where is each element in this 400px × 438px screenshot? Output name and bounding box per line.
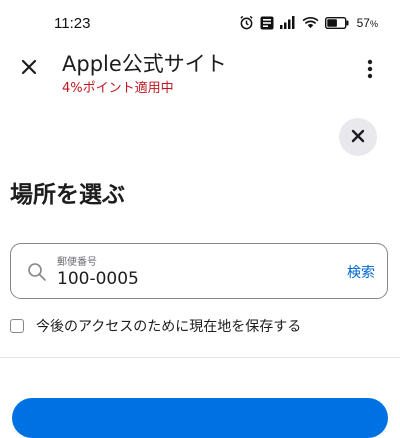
battery-icon [324, 16, 349, 29]
search-icon [27, 262, 47, 282]
postal-code-label: 郵便番号 [57, 257, 97, 268]
wifi-icon [302, 16, 319, 29]
close-icon[interactable] [18, 56, 40, 78]
battery-percent-unit: % [369, 18, 378, 29]
status-time: 11:23 [54, 15, 91, 32]
postal-code-field[interactable]: 郵便番号 検索 [10, 243, 388, 299]
status-icons: 57% [239, 15, 378, 30]
postal-code-input[interactable] [57, 269, 297, 289]
app-bar: Apple公式サイト 4%ポイント適用中 [0, 46, 400, 100]
search-button[interactable]: 検索 [347, 262, 375, 282]
points-subtitle: 4%ポイント適用中 [62, 81, 174, 96]
close-icon [351, 128, 365, 147]
alarm-icon [239, 15, 254, 30]
save-location-label: 今後のアクセスのために現在地を保存する [36, 319, 302, 335]
status-bar: 11:23 57% [0, 0, 400, 46]
battery-percent: 57% [357, 16, 378, 30]
divider [0, 357, 400, 358]
app-title: Apple公式サイト [62, 52, 227, 76]
volte-icon [260, 16, 274, 30]
save-location-checkbox[interactable] [10, 319, 24, 333]
signal-icon [279, 16, 296, 29]
save-location-option[interactable]: 今後のアクセスのために現在地を保存する [10, 316, 301, 336]
primary-button[interactable] [12, 398, 388, 438]
more-vertical-icon[interactable] [360, 58, 380, 80]
dismiss-button[interactable] [339, 118, 377, 156]
section-title: 場所を選ぶ [10, 182, 125, 208]
battery-percent-value: 57 [356, 15, 370, 30]
